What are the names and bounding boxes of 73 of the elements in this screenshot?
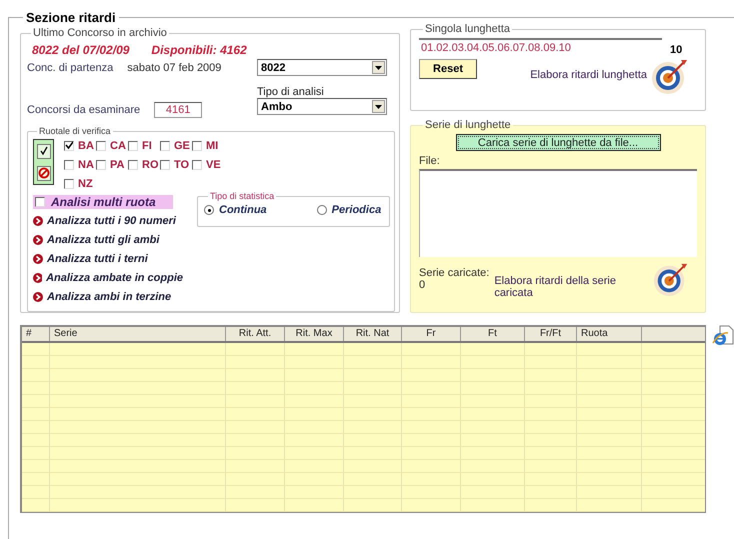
column-header[interactable]: # xyxy=(22,327,50,341)
count-text: 10 xyxy=(670,44,682,56)
wheel-label: GE xyxy=(174,140,190,152)
radio-label: Continua xyxy=(219,204,267,216)
checkbox[interactable] xyxy=(64,160,74,170)
wheel-label: TO xyxy=(174,158,190,170)
radio-button[interactable] xyxy=(204,205,214,215)
start-select[interactable]: 8022 xyxy=(257,59,387,76)
checkbox[interactable] xyxy=(192,140,202,150)
action-link[interactable]: Analizza ambate in coppie xyxy=(46,272,183,284)
analysis-type-label: Tipo di analisi xyxy=(257,86,325,98)
checkbox[interactable] xyxy=(35,197,45,207)
checkbox[interactable] xyxy=(64,178,74,188)
checkbox[interactable] xyxy=(128,140,138,150)
group-title: Singola lunghetta xyxy=(424,23,512,35)
wheel-label: BA xyxy=(78,140,94,152)
group-title: Tipo di statistica xyxy=(209,191,276,201)
wheel-label: PA xyxy=(110,158,124,170)
draws-field[interactable]: 4161 xyxy=(154,102,202,118)
loaded-count-text: Serie caricate: 0 xyxy=(419,267,490,291)
action-link[interactable]: Analizza ambi in terzine xyxy=(47,291,172,303)
wheel-label: CA xyxy=(110,140,126,152)
column-header[interactable]: Rit. Att. xyxy=(226,327,285,341)
radio-button[interactable] xyxy=(316,205,327,215)
checkbox[interactable] xyxy=(160,140,170,150)
arrow-circle-icon xyxy=(33,254,43,264)
file-label: File: xyxy=(419,155,441,167)
wheel-label: RO xyxy=(142,158,158,170)
column-header[interactable]: Fr/Ft xyxy=(525,327,577,341)
check-all-icon[interactable] xyxy=(36,144,50,158)
last-draw-text: 8022 del 07/02/09 xyxy=(32,43,130,57)
arrow-circle-icon xyxy=(33,273,42,283)
arrow-circle-icon xyxy=(33,216,43,226)
column-header[interactable]: Rit. Max xyxy=(285,327,344,341)
column-header[interactable]: Ruota xyxy=(577,327,642,341)
action-link[interactable]: Analizza tutti i 90 numeri xyxy=(47,215,176,227)
column-header[interactable]: Ft xyxy=(461,327,525,341)
draws-label: Concorsi da esaminare xyxy=(27,104,140,116)
wheel-label: NZ xyxy=(78,178,93,190)
checkbox[interactable] xyxy=(64,140,74,150)
wheel-label: NA xyxy=(78,158,94,170)
load-file-button[interactable]: Carica serie di lunghette da file... xyxy=(456,134,660,151)
reset-button[interactable]: Reset xyxy=(419,59,477,79)
action-link[interactable]: Analizza tutti i terni xyxy=(47,253,148,265)
process-label: Elabora ritardi della serie caricata xyxy=(494,275,617,299)
file-field[interactable] xyxy=(419,169,697,257)
checkbox[interactable] xyxy=(192,160,202,170)
clear-all-icon[interactable] xyxy=(36,166,50,180)
start-date: sabato 07 feb 2009 xyxy=(127,62,222,74)
checkbox[interactable] xyxy=(128,160,138,170)
process-label: Elabora ritardi lunghetta xyxy=(530,69,647,81)
action-link[interactable]: Analizza tutti gli ambi xyxy=(47,234,160,246)
group-title: Ruotale di verifica xyxy=(38,126,112,136)
column-header[interactable]: Fr xyxy=(402,327,461,341)
section-title: Sezione ritardi xyxy=(25,10,117,25)
checkbox[interactable] xyxy=(96,140,106,150)
wheel-label: MI xyxy=(206,140,218,152)
wheel-label: FI xyxy=(142,140,152,152)
analysis-type-select[interactable]: Ambo xyxy=(257,98,387,115)
start-label: Conc. di partenza xyxy=(27,62,114,74)
target-icon[interactable] xyxy=(651,57,689,95)
arrow-circle-icon xyxy=(33,292,43,302)
checkbox[interactable] xyxy=(96,160,106,170)
radio-label: Periodica xyxy=(332,204,382,216)
multi-wheel-option[interactable]: Analisi multi ruota xyxy=(33,195,173,209)
arrow-circle-icon xyxy=(33,235,43,245)
column-header[interactable]: Serie xyxy=(50,327,226,341)
column-header[interactable]: Rit. Nat xyxy=(344,327,402,341)
checkbox[interactable] xyxy=(160,160,170,170)
group-title: Serie di lunghette xyxy=(424,119,512,131)
group-title: Ultimo Concorso in archivio xyxy=(32,27,168,39)
wheel-label: VE xyxy=(206,158,221,170)
available-text: Disponibili: 4162 xyxy=(151,43,247,57)
